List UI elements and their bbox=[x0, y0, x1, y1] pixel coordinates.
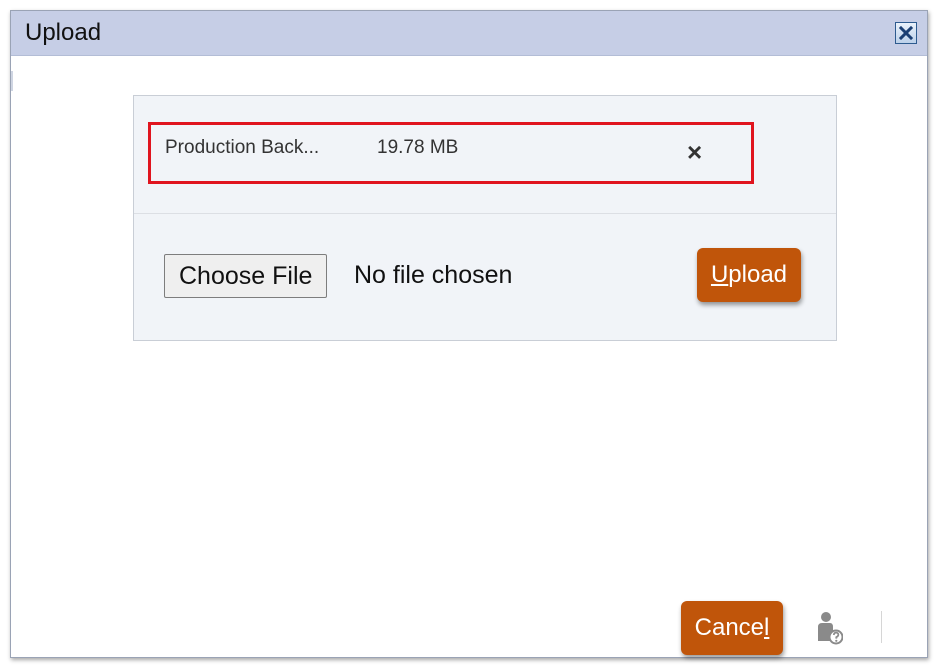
close-icon[interactable] bbox=[895, 22, 917, 44]
file-name: Production Back... bbox=[165, 137, 320, 158]
upload-dialog: Upload Production Back... 19.78 MB × Cho… bbox=[10, 10, 928, 658]
cancel-mnemonic: l bbox=[764, 614, 770, 641]
divider bbox=[11, 71, 13, 91]
upload-panel: Production Back... 19.78 MB × Choose Fil… bbox=[133, 95, 837, 341]
dialog-titlebar: Upload bbox=[11, 11, 927, 56]
file-size: 19.78 MB bbox=[377, 137, 459, 158]
selected-file-row: Production Back... 19.78 MB × bbox=[148, 122, 754, 184]
choose-file-button[interactable]: Choose File bbox=[164, 254, 328, 298]
cancel-label-main: Cance bbox=[694, 614, 765, 641]
upload-mnemonic: U bbox=[710, 261, 729, 288]
dialog-title: Upload bbox=[25, 19, 102, 46]
footer-separator bbox=[881, 611, 882, 643]
remove-file-icon[interactable]: × bbox=[687, 139, 702, 165]
upload-button[interactable]: Upload bbox=[697, 248, 801, 302]
user-help-icon[interactable] bbox=[817, 611, 844, 645]
upload-label-rest: pload bbox=[728, 261, 788, 288]
panel-divider bbox=[134, 213, 836, 214]
cancel-button[interactable]: Cancel bbox=[681, 601, 783, 655]
file-status-text: No file chosen bbox=[354, 261, 513, 289]
